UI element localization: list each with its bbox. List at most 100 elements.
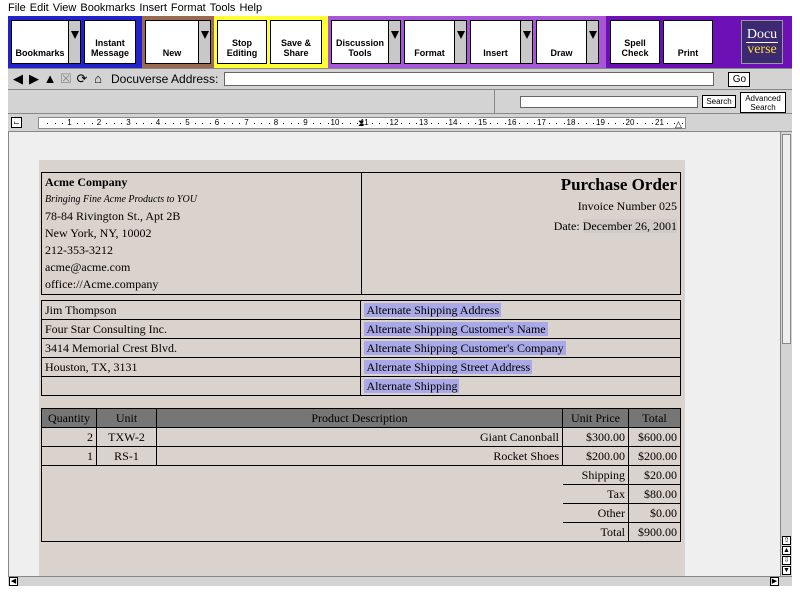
billing-row: Four Star Consulting Inc. Alternate Shipp… bbox=[40, 319, 681, 339]
vertical-scroll-thumb[interactable] bbox=[782, 134, 791, 344]
vertical-scrollbar[interactable]: ⇧ ▲ ⇩ ▼ bbox=[780, 132, 792, 576]
discussion-tools-label: Discussion Tools bbox=[335, 38, 384, 58]
ruler-dot bbox=[563, 123, 565, 124]
ruler-strip[interactable]: 1 2 3 4 5 6 7 8 9 10 11 12 13 14 15 16 17 18 19 20 21 ⧗ △ bbox=[38, 117, 686, 129]
address-label: Docuverse Address: bbox=[111, 72, 219, 86]
search-input[interactable] bbox=[520, 96, 698, 108]
summary-label: Total bbox=[562, 522, 629, 542]
po-info-cell[interactable]: Purchase Order Invoice Number 025 Date: … bbox=[361, 172, 681, 295]
ruler-dot bbox=[113, 123, 115, 124]
insert-button[interactable]: Insert bbox=[470, 20, 533, 64]
menu-edit[interactable]: Edit bbox=[30, 2, 49, 14]
ruler-dot bbox=[556, 123, 558, 124]
left-indent-marker-icon[interactable]: ⧗ bbox=[358, 119, 364, 128]
item-quantity[interactable]: 1 bbox=[41, 446, 97, 466]
item-unit-price[interactable]: $200.00 bbox=[562, 446, 629, 466]
ship-to-cell[interactable]: Alternate Shipping Customer's Name bbox=[360, 319, 681, 339]
print-button[interactable]: Print bbox=[663, 20, 713, 64]
bill-to-text: Four Star Consulting Inc. bbox=[45, 321, 167, 336]
ship-to-cell[interactable]: Alternate Shipping Customer's Company bbox=[360, 338, 681, 358]
tab-selector-icon[interactable]: ⌙ bbox=[11, 117, 22, 128]
page-down-icon[interactable]: ⇩ bbox=[782, 556, 791, 565]
item-unit-price[interactable]: $300.00 bbox=[562, 427, 629, 447]
bookmarks-button[interactable]: Bookmarks bbox=[11, 20, 81, 64]
ship-to-cell[interactable]: Alternate Shipping bbox=[360, 376, 681, 396]
scroll-right-icon[interactable]: ▶ bbox=[770, 577, 779, 586]
format-dropdown-icon[interactable] bbox=[454, 21, 466, 63]
company-info-cell[interactable]: Acme Company Bringing Fine Acme Products… bbox=[41, 172, 362, 295]
summary-label: Other bbox=[562, 503, 629, 523]
bill-to-cell[interactable]: Houston, TX, 3131 bbox=[40, 357, 362, 377]
menu-view[interactable]: View bbox=[53, 2, 77, 14]
menu-insert[interactable]: Insert bbox=[139, 2, 167, 14]
right-indent-marker-icon[interactable]: △ bbox=[675, 120, 682, 129]
scroll-down-icon[interactable]: ▼ bbox=[782, 566, 791, 575]
ruler-tick-label: 16 bbox=[507, 118, 517, 127]
ship-to-cell[interactable]: Alternate Shipping Street Address bbox=[360, 357, 681, 377]
ruler-dot bbox=[519, 123, 521, 124]
up-icon[interactable]: ▲ bbox=[43, 72, 57, 86]
ship-to-cell[interactable]: Alternate Shipping Address bbox=[360, 300, 681, 320]
ruler-dot bbox=[165, 123, 167, 124]
reload-icon[interactable]: ⟳ bbox=[75, 72, 89, 86]
summary-value[interactable]: $0.00 bbox=[628, 503, 681, 523]
summary-blank-cell bbox=[41, 465, 563, 542]
scroll-up-icon[interactable]: ▲ bbox=[782, 546, 791, 555]
document-page[interactable]: Acme Company Bringing Fine Acme Products… bbox=[39, 160, 685, 576]
save-share-button[interactable]: Save & Share bbox=[270, 20, 322, 64]
ruler-dot bbox=[91, 123, 93, 124]
menu-file[interactable]: File bbox=[8, 2, 26, 14]
invoice-number: Invoice Number 025 bbox=[577, 199, 677, 213]
item-description[interactable]: Giant Canonball bbox=[156, 427, 563, 447]
instant-message-button[interactable]: Instant Message bbox=[84, 20, 136, 64]
item-total[interactable]: $600.00 bbox=[628, 427, 681, 447]
bill-to-cell[interactable]: Jim Thompson bbox=[40, 300, 362, 320]
menu-bookmarks[interactable]: Bookmarks bbox=[80, 2, 135, 14]
summary-value[interactable]: $20.00 bbox=[628, 465, 681, 485]
bill-to-cell[interactable]: Four Star Consulting Inc. bbox=[40, 319, 362, 339]
ruler-dot bbox=[504, 123, 506, 124]
bookmarks-dropdown-icon[interactable] bbox=[68, 21, 80, 63]
home-icon[interactable]: ⌂ bbox=[91, 72, 105, 86]
item-quantity[interactable]: 2 bbox=[41, 427, 97, 447]
insert-dropdown-icon[interactable] bbox=[520, 21, 532, 63]
stop-icon[interactable]: ☒ bbox=[59, 72, 73, 86]
ruler-tick-label: 8 bbox=[273, 118, 279, 127]
horizontal-scrollbar[interactable]: ◀ ▶ bbox=[8, 576, 792, 586]
ruler-tick-label: 20 bbox=[625, 118, 635, 127]
forward-icon[interactable]: ▶ bbox=[27, 72, 41, 86]
bill-to-cell[interactable] bbox=[40, 376, 362, 396]
format-button[interactable]: Format bbox=[404, 20, 467, 64]
new-button[interactable]: New bbox=[145, 20, 211, 64]
discussion-tools-button[interactable]: Discussion Tools bbox=[331, 20, 401, 64]
menu-tools[interactable]: Tools bbox=[210, 2, 236, 14]
new-dropdown-icon[interactable] bbox=[198, 21, 210, 63]
search-button[interactable]: Search bbox=[702, 95, 736, 108]
summary-value[interactable]: $80.00 bbox=[628, 484, 681, 504]
discussion-tools-dropdown-icon[interactable] bbox=[388, 21, 400, 63]
company-address-line2: New York, NY, 10002 bbox=[45, 226, 152, 240]
go-button[interactable]: Go bbox=[728, 71, 751, 87]
menu-format[interactable]: Format bbox=[171, 2, 206, 14]
item-unit[interactable]: TXW-2 bbox=[96, 427, 157, 447]
bill-to-cell[interactable]: 3414 Memorial Crest Blvd. bbox=[40, 338, 362, 358]
draw-dropdown-icon[interactable] bbox=[586, 21, 598, 63]
back-icon[interactable]: ◀ bbox=[11, 72, 25, 86]
page-up-icon[interactable]: ⇧ bbox=[782, 536, 791, 545]
stop-editing-button[interactable]: Stop Editing bbox=[217, 20, 267, 64]
ruler-dot bbox=[135, 123, 137, 124]
advanced-search-button[interactable]: Advanced Search bbox=[740, 92, 786, 113]
spell-check-button[interactable]: Spell Check bbox=[610, 20, 660, 64]
item-total[interactable]: $200.00 bbox=[628, 446, 681, 466]
item-description[interactable]: Rocket Shoes bbox=[156, 446, 563, 466]
address-input[interactable] bbox=[224, 72, 715, 86]
draw-button[interactable]: Draw bbox=[536, 20, 599, 64]
menu-help[interactable]: Help bbox=[239, 2, 262, 14]
scroll-left-icon[interactable]: ◀ bbox=[9, 577, 18, 586]
summary-value[interactable]: $900.00 bbox=[628, 522, 681, 542]
item-unit[interactable]: RS-1 bbox=[96, 446, 157, 466]
ruler-tick-label: 12 bbox=[389, 118, 399, 127]
ruler-dot bbox=[224, 123, 226, 124]
ruler-dot bbox=[416, 123, 418, 124]
ruler-dot bbox=[239, 123, 241, 124]
